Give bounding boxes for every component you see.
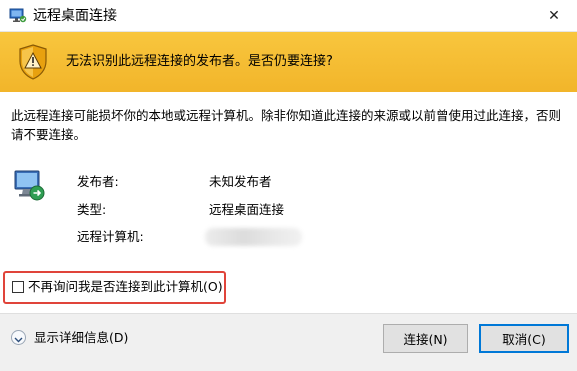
chevron-down-icon	[14, 328, 23, 347]
connect-button[interactable]: 连接(N)	[383, 324, 468, 353]
show-details-toggle[interactable]	[11, 330, 26, 345]
publisher-value: 未知发布者	[209, 174, 272, 189]
warning-banner: 无法识别此远程连接的发布者。是否仍要连接?	[0, 32, 577, 92]
remote-computer-value-obscured	[205, 228, 302, 246]
remote-computer-icon	[13, 167, 47, 203]
warning-message: 无法识别此远程连接的发布者。是否仍要连接?	[66, 54, 333, 69]
shield-warning-icon	[18, 44, 48, 80]
dont-ask-again-checkbox[interactable]	[12, 281, 24, 293]
cancel-button[interactable]: 取消(C)	[479, 324, 569, 353]
remote-desktop-app-icon	[9, 8, 27, 24]
close-button[interactable]: ✕	[531, 0, 577, 32]
publisher-label: 发布者:	[77, 174, 119, 189]
show-details-label[interactable]: 显示详细信息(D)	[34, 330, 128, 346]
dont-ask-again-label[interactable]: 不再询问我是否连接到此计算机(O)	[28, 279, 223, 295]
type-label: 类型:	[77, 202, 107, 217]
remote-computer-label: 远程计算机:	[77, 229, 144, 244]
type-value: 远程桌面连接	[209, 202, 285, 217]
warning-description: 此远程连接可能损坏你的本地或远程计算机。除非你知道此连接的来源或以前曾使用过此连…	[11, 108, 562, 142]
window-title: 远程桌面连接	[33, 8, 117, 24]
title-bar: 远程桌面连接 ✕	[0, 0, 577, 32]
close-icon: ✕	[548, 8, 560, 24]
